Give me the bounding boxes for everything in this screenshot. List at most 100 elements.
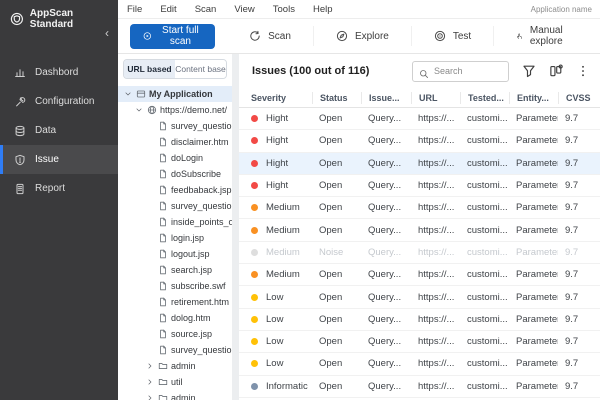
file-icon	[158, 201, 168, 211]
cvss-cell: 9.7	[558, 381, 600, 392]
tree-item-subscribe-swf[interactable]: subscribe.swf	[118, 278, 232, 294]
tested-cell: customi...	[460, 135, 509, 146]
tree-item-feedbaback-jsp[interactable]: feedbaback.jsp	[118, 182, 232, 198]
tree-item-inside-points-of-inter[interactable]: inside_points_of_inter	[118, 214, 232, 230]
tree-item-label: search.jsp	[171, 265, 212, 275]
caret-right-icon[interactable]	[146, 362, 155, 370]
issue-row[interactable]: HightOpenQuery...https://...customi...Pa…	[239, 175, 600, 197]
tree-item-my-application[interactable]: My Application	[118, 86, 232, 102]
issue-row[interactable]: InformaticOpenQuery...https://...customi…	[239, 376, 600, 398]
tree-item-survey-questions-jsp[interactable]: survey_questions.jsp	[118, 342, 232, 358]
issue-type-cell: Query...	[361, 135, 411, 146]
menu-tools[interactable]: Tools	[273, 4, 295, 15]
manual-explore-button[interactable]: Manual explore	[493, 26, 590, 46]
tree-item-util[interactable]: util	[118, 374, 232, 390]
file-icon	[158, 217, 168, 227]
column-header-cvss[interactable]: CVSS	[558, 92, 600, 104]
issue-row[interactable]: LowOpenQuery...https://...customi...Para…	[239, 353, 600, 375]
issue-type-cell: Query...	[361, 292, 411, 303]
folder-icon	[158, 377, 168, 387]
issue-row[interactable]: HightOpenQuery...https://...customi...Pa…	[239, 130, 600, 152]
tree-item-admin[interactable]: admin	[118, 390, 232, 400]
tree-item-dosubscribe[interactable]: doSubscribe	[118, 166, 232, 182]
column-settings-icon[interactable]	[549, 64, 563, 78]
menu-scan[interactable]: Scan	[195, 4, 217, 15]
sidebar-item-issue[interactable]: Issue	[0, 145, 118, 174]
tab-url-based[interactable]: URL based	[124, 60, 175, 78]
tool-action-label: Explore	[355, 31, 389, 42]
menu-help[interactable]: Help	[313, 4, 333, 15]
caret-down-icon[interactable]	[124, 90, 133, 98]
tab-content-base[interactable]: Content base	[175, 60, 226, 78]
tested-cell: customi...	[460, 314, 509, 325]
search-icon	[419, 66, 429, 76]
search-input[interactable]	[434, 66, 502, 76]
issue-row[interactable]: MediumOpenQuery...https://...customi...P…	[239, 264, 600, 286]
entity-cell: Parameter	[509, 135, 558, 146]
column-header-status[interactable]: Status	[312, 92, 361, 104]
severity-cell: Medium	[251, 269, 312, 280]
status-cell: Open	[312, 314, 361, 325]
tree-item-search-jsp[interactable]: search.jsp	[118, 262, 232, 278]
sidebar-item-data[interactable]: Data	[0, 116, 118, 145]
start-full-scan-button[interactable]: Start full scan	[130, 24, 215, 49]
issue-row[interactable]: HightOpenQuery...https://...customi...Pa…	[239, 153, 600, 175]
menu-view[interactable]: View	[234, 4, 254, 15]
menu-edit[interactable]: Edit	[160, 4, 176, 15]
test-button[interactable]: Test	[411, 26, 493, 46]
column-header-url[interactable]: URL	[411, 92, 460, 104]
column-header-entity[interactable]: Entity...	[509, 92, 558, 104]
caret-right-icon[interactable]	[146, 394, 155, 400]
issue-row[interactable]: LowOpenQuery...https://...customi...Para…	[239, 331, 600, 353]
tree-item-label: disclaimer.htm	[171, 137, 229, 147]
explore-button[interactable]: Explore	[313, 26, 411, 46]
tree-item-source-jsp[interactable]: source.jsp	[118, 326, 232, 342]
tree-item-retirement-htm[interactable]: retirement.htm	[118, 294, 232, 310]
entity-cell: Parameter	[509, 180, 558, 191]
tree-item-disclaimer-htm[interactable]: disclaimer.htm	[118, 134, 232, 150]
sidebar-item-label: Issue	[35, 154, 59, 165]
sidebar-item-dashbord[interactable]: Dashbord	[0, 58, 118, 87]
file-icon	[158, 313, 168, 323]
issue-row[interactable]: LowOpenQuery...https://...customi...Para…	[239, 309, 600, 331]
content: URL basedContent base My Applicationhttp…	[118, 54, 600, 400]
tree-item-survey-questions-jsp[interactable]: survey_questions.jsp	[118, 198, 232, 214]
tree-item-label: feedbaback.jsp	[171, 185, 232, 195]
issue-row[interactable]: MediumOpenQuery...https://...customi...P…	[239, 219, 600, 241]
menu-file[interactable]: File	[127, 4, 142, 15]
caret-right-icon[interactable]	[146, 378, 155, 386]
column-header-issue[interactable]: Issue...	[361, 92, 411, 104]
tree-item-label: admin	[171, 393, 196, 400]
severity-label: Medium	[266, 202, 300, 213]
sidebar-item-report[interactable]: Report	[0, 174, 118, 203]
scan-button[interactable]: Scan	[227, 26, 313, 46]
kebab-menu-icon[interactable]	[576, 64, 590, 78]
severity-dot	[251, 227, 258, 234]
tree-item-admin[interactable]: admin	[118, 358, 232, 374]
tree-item-dolog-htm[interactable]: dolog.htm	[118, 310, 232, 326]
menu-items: File Edit Scan View Tools Help	[127, 4, 333, 15]
tree-item-dologin[interactable]: doLogin	[118, 150, 232, 166]
url-cell: https://...	[411, 135, 460, 146]
tree-item-label: logout.jsp	[171, 249, 210, 259]
tree-item-login-jsp[interactable]: login.jsp	[118, 230, 232, 246]
tree-item-logout-jsp[interactable]: logout.jsp	[118, 246, 232, 262]
issue-row[interactable]: HightOpenQuery...https://...customi...Pa…	[239, 108, 600, 130]
column-header-tested[interactable]: Tested...	[460, 92, 509, 104]
entity-cell: Parameter	[509, 225, 558, 236]
severity-dot	[251, 338, 258, 345]
issue-row[interactable]: MediumOpenQuery...https://...customi...P…	[239, 197, 600, 219]
caret-down-icon[interactable]	[135, 106, 144, 114]
severity-cell: Hight	[251, 135, 312, 146]
sidebar-item-configuration[interactable]: Configuration	[0, 87, 118, 116]
filter-funnel-icon[interactable]	[522, 64, 536, 78]
tested-cell: customi...	[460, 269, 509, 280]
report-icon	[14, 183, 26, 195]
tree-item-survey-questions-jsp[interactable]: survey_questions.jsp	[118, 118, 232, 134]
issue-row[interactable]: LowOpenQuery...https://...customi...Para…	[239, 286, 600, 308]
cvss-cell: 9.7	[558, 314, 600, 325]
issue-row[interactable]: MediumNoiseQuery...https://...customi...…	[239, 242, 600, 264]
sidebar-collapse-button[interactable]: ‹	[105, 27, 109, 39]
column-header-severity[interactable]: Severity	[251, 92, 312, 104]
tree-item-https-demo-net[interactable]: https://demo.net/	[118, 102, 232, 118]
